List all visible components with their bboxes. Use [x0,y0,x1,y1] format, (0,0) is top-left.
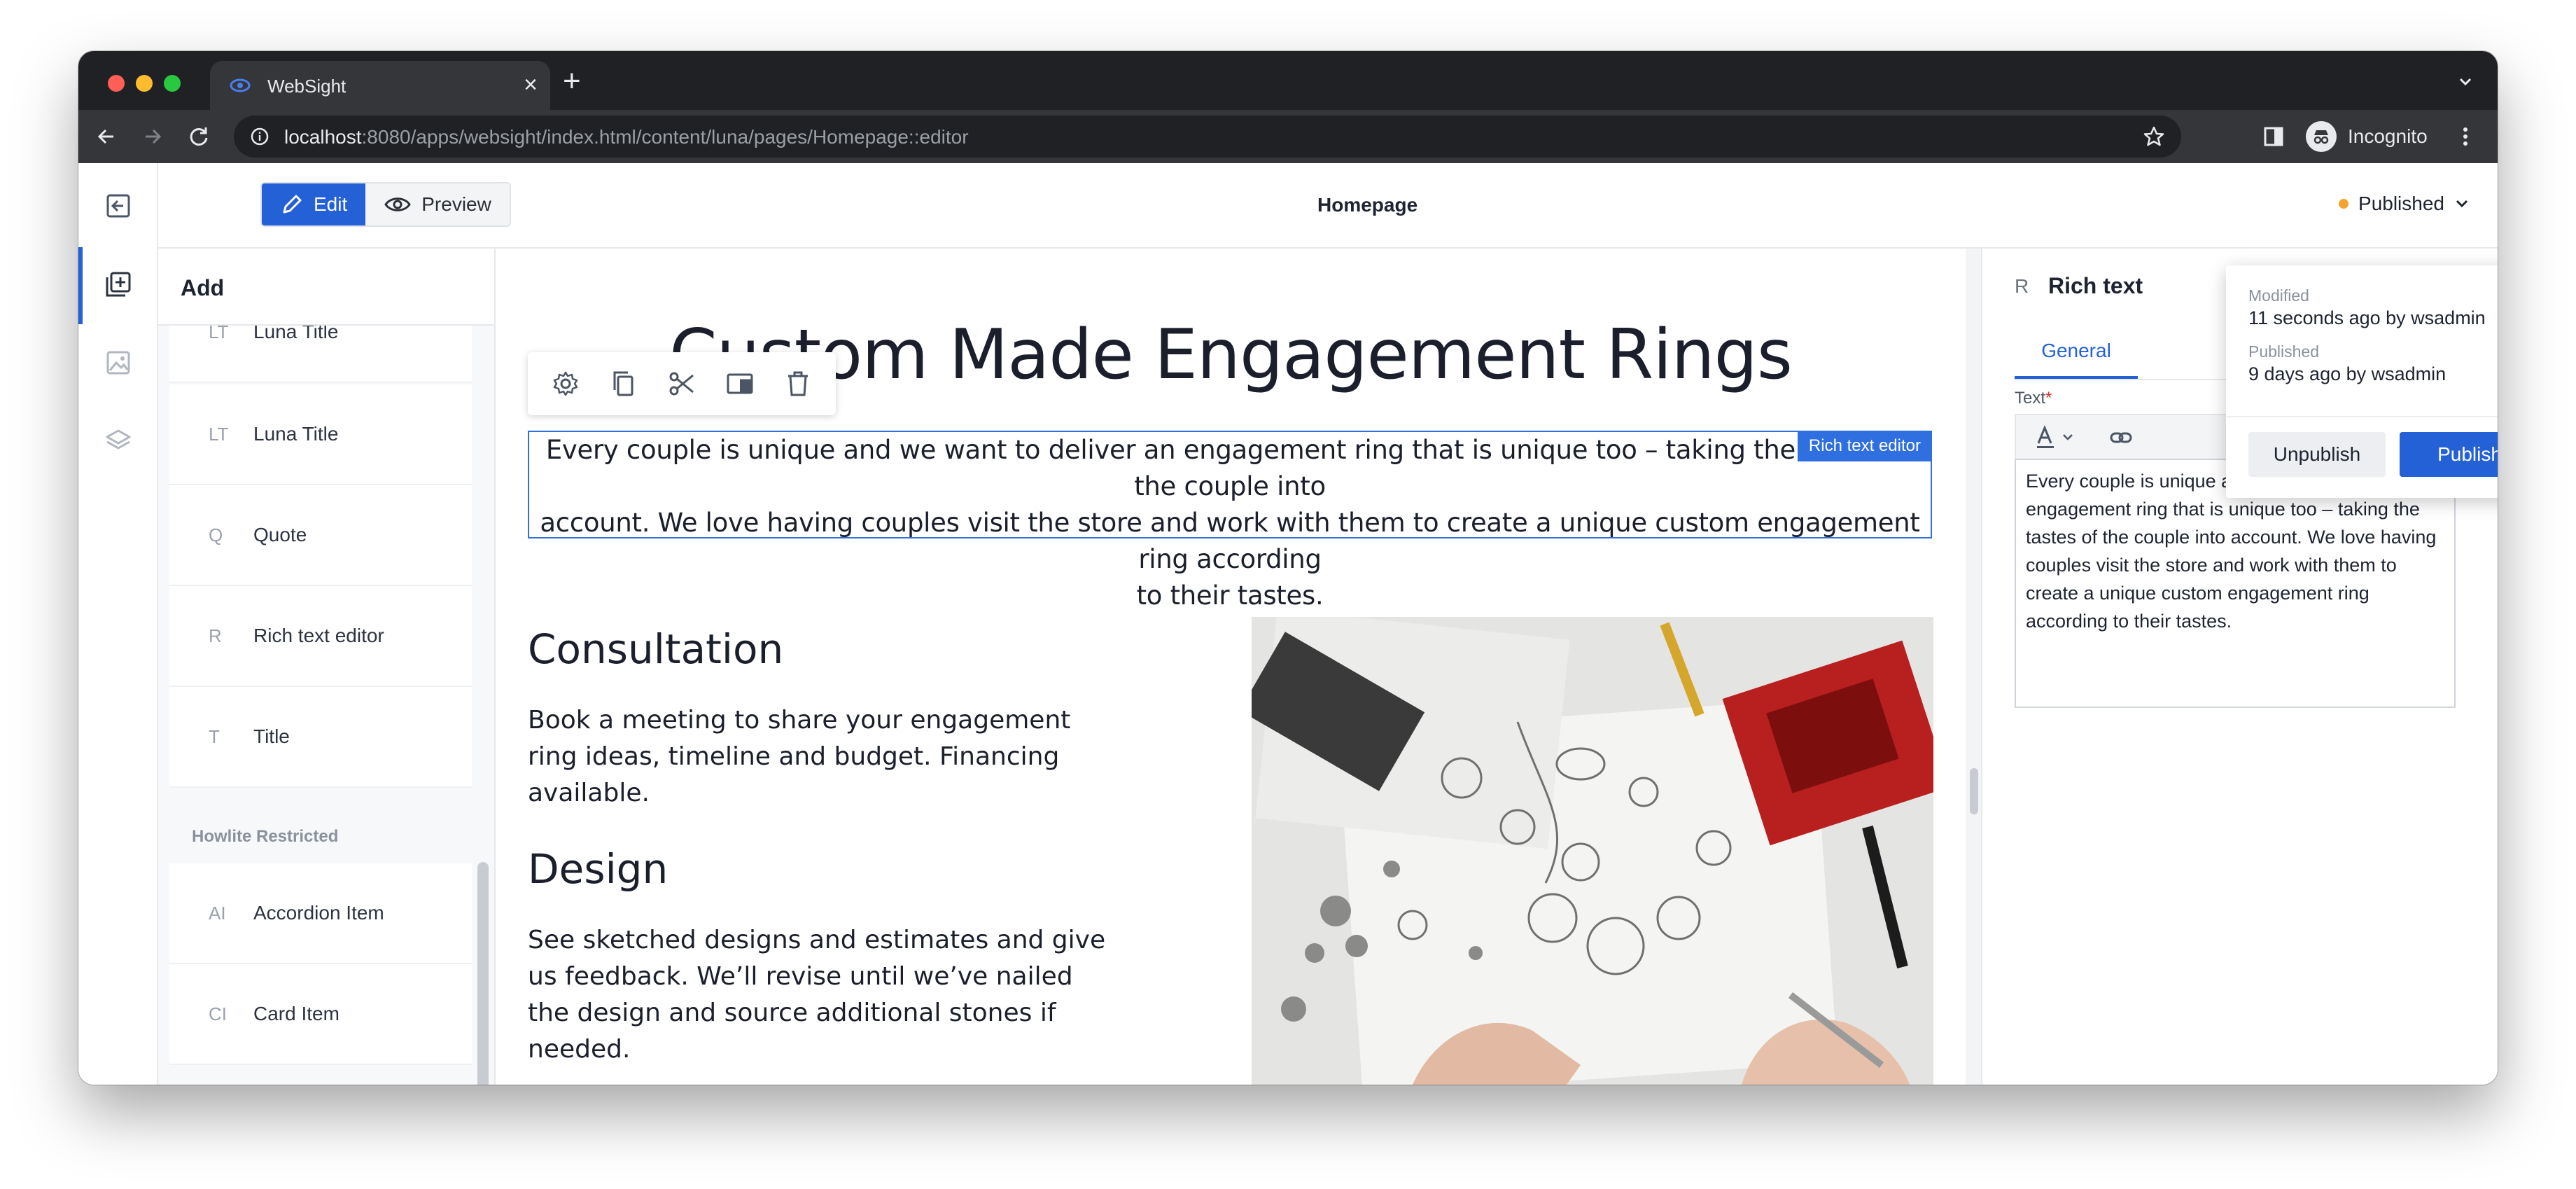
status-label: Published [2358,193,2444,214]
page-canvas: Custom Made Engagement Rings Every coupl… [496,249,1981,1085]
url-text: localhost:8080/apps/websight/index.html/… [284,126,969,148]
incognito-icon [2306,121,2337,152]
ring-sketches-photo[interactable] [1252,617,1933,1085]
edit-mode-button[interactable]: Edit [262,183,366,225]
design-text[interactable]: See sketched designs and estimates and g… [528,922,1109,1068]
link-icon[interactable] [2108,426,2134,449]
browser-tab[interactable]: WebSight × [210,61,550,110]
component-abbr: Q [209,524,223,545]
browser-window: WebSight × + localhost:8080/apps/websigh… [78,51,2498,1085]
tab-general[interactable]: General [2015,334,2138,379]
component-group-label: Howlite Restricted [192,827,339,846]
intro-line: account. We love having couples visit th… [540,508,1920,574]
component-name: Luna Title [253,423,339,445]
tab-strip: WebSight × + [78,51,2498,110]
status-dot [2339,199,2349,209]
component-item[interactable]: CI Card Item [169,964,472,1065]
delete-trash-icon[interactable] [783,368,813,399]
component-name: Quote [253,524,307,545]
component-abbr: R [209,625,222,646]
left-rail [78,163,158,1085]
component-abbr: R [2015,275,2029,297]
incognito-profile-button[interactable]: Incognito [2306,118,2428,155]
copy-icon[interactable] [608,368,639,399]
assets-image-icon[interactable] [104,348,133,377]
component-item[interactable]: R Rich text editor [169,586,472,687]
browser-menu-icon[interactable] [2453,124,2478,149]
component-item[interactable]: AI Accordion Item [169,863,472,964]
selected-component-badge: Rich text editor [1797,431,1932,461]
component-name: Rich text editor [253,625,384,646]
modified-value: 11 seconds ago by wsadmin [2248,307,2486,328]
address-bar[interactable]: localhost:8080/apps/websight/index.html/… [234,116,2181,158]
modified-label: Modified [2248,286,2309,305]
forward-arrow-icon[interactable] [139,123,167,151]
add-panel-title: Add [158,249,494,326]
published-value: 9 days ago by wsadmin [2248,363,2446,384]
consultation-text[interactable]: Book a meeting to share your engagement … [528,702,1109,812]
wrap-container-icon[interactable] [724,368,755,399]
tab-search-chevron-icon[interactable] [2454,71,2477,93]
published-label: Published [2248,342,2320,361]
mode-switch: Edit Preview [260,182,511,227]
properties-title: Rich text [2048,273,2143,298]
add-components-panel: LT Luna Title Add LT Luna Title Q Quote … [158,249,496,1085]
preview-mode-button[interactable]: Preview [365,183,510,225]
tab-title: WebSight [267,76,346,97]
cut-scissors-icon[interactable] [666,368,697,399]
edit-label: Edit [314,193,348,215]
websight-favicon-icon [230,78,251,92]
publish-status-dropdown[interactable]: Published [2339,193,2472,215]
rich-text-component[interactable]: Every couple is unique and we want to de… [528,431,1932,611]
settings-gear-icon[interactable] [550,368,581,399]
component-abbr: CI [209,1003,227,1024]
editor-header: Edit Preview Homepage Published [158,163,2498,249]
component-toolbar [528,352,836,415]
back-arrow-icon[interactable] [92,123,120,151]
popover-divider [2226,416,2498,417]
chevron-down-icon [2456,200,2468,208]
unpublish-button[interactable]: Unpublish [2248,432,2386,477]
preview-label: Preview [421,193,491,215]
canvas-scrollbar[interactable] [1970,768,1978,814]
exit-editor-icon[interactable] [104,191,133,221]
site-info-icon[interactable] [249,126,270,147]
page-preview: Custom Made Engagement Rings Every coupl… [496,249,1966,1085]
component-name: Title [253,725,290,747]
minimize-window-button[interactable] [136,75,153,92]
close-window-button[interactable] [108,75,125,92]
component-item[interactable]: LT Luna Title [169,384,472,485]
bookmark-star-icon[interactable] [2142,125,2166,148]
side-panel-icon[interactable] [2261,124,2286,149]
component-abbr: AI [209,902,226,924]
page-title: Homepage [1317,194,1418,216]
text-color-icon[interactable] [2036,425,2078,450]
browser-toolbar: localhost:8080/apps/websight/index.html/… [78,110,2498,163]
component-item[interactable]: T Title [169,687,472,788]
pencil-icon [283,195,302,214]
websight-editor: Edit Preview Homepage Published LT Luna … [78,163,2498,1085]
close-tab-icon[interactable]: × [524,71,538,99]
text-field-label: Text* [2015,389,2052,408]
component-name: Accordion Item [253,902,384,924]
component-abbr: T [209,725,220,747]
add-components-icon[interactable] [104,270,133,299]
publish-button[interactable]: Publish [2400,432,2498,477]
layers-icon[interactable] [104,426,133,456]
component-item[interactable]: Q Quote [169,485,472,586]
design-heading[interactable]: Design [528,845,668,893]
component-name: Card Item [253,1003,340,1024]
eye-icon [384,197,412,211]
intro-line: to their tastes. [1136,580,1324,611]
add-panel-scrollbar[interactable] [477,862,489,1085]
profile-label: Incognito [2348,125,2428,147]
reload-icon[interactable] [185,123,213,151]
intro-line: Every couple is unique and we want to de… [545,435,1914,501]
rail-active-indicator [78,247,83,324]
component-abbr: LT [209,423,229,445]
consultation-heading[interactable]: Consultation [528,625,783,673]
publish-popover: Modified 11 seconds ago by wsadmin Publi… [2226,265,2498,498]
zoom-window-button[interactable] [164,75,181,92]
new-tab-button[interactable]: + [563,64,581,99]
